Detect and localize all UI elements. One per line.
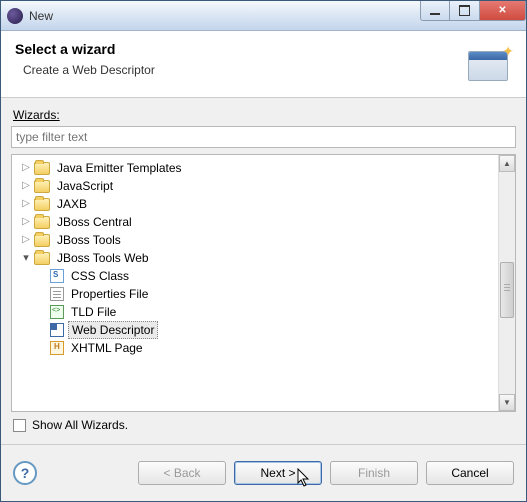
folder-icon: [34, 198, 50, 211]
folder-icon: [34, 252, 50, 265]
wizard-header: Select a wizard Create a Web Descriptor …: [1, 31, 526, 98]
maximize-button[interactable]: [450, 1, 480, 21]
scroll-track[interactable]: [499, 172, 515, 394]
folder-icon: [34, 180, 50, 193]
page-description: Create a Web Descriptor: [15, 63, 466, 77]
expand-icon[interactable]: [20, 234, 32, 246]
app-icon: [7, 8, 23, 24]
minimize-button[interactable]: [420, 1, 450, 21]
tree-viewport[interactable]: Java Emitter Templates JavaScript JAXB J…: [12, 155, 498, 411]
tree-item-xhtml-page[interactable]: XHTML Page: [14, 339, 496, 357]
expand-icon[interactable]: [20, 180, 32, 192]
tree-item-properties-file[interactable]: Properties File: [14, 285, 496, 303]
show-all-wizards-checkbox[interactable]: Show All Wizards.: [13, 418, 516, 432]
expand-icon[interactable]: [20, 162, 32, 174]
checkbox-icon[interactable]: [13, 419, 26, 432]
page-title: Select a wizard: [15, 41, 466, 57]
tree-item-java-emitter-templates[interactable]: Java Emitter Templates: [14, 159, 496, 177]
tree-item-javascript[interactable]: JavaScript: [14, 177, 496, 195]
new-wizard-dialog: New Select a wizard Create a Web Descrip…: [0, 0, 527, 502]
cursor-icon: [297, 468, 313, 490]
css-file-icon: [50, 269, 64, 283]
expand-icon[interactable]: [20, 216, 32, 228]
finish-button[interactable]: Finish: [330, 461, 418, 485]
tree-item-jboss-tools[interactable]: JBoss Tools: [14, 231, 496, 249]
tree-item-jboss-tools-web[interactable]: JBoss Tools Web: [14, 249, 496, 267]
help-button[interactable]: ?: [13, 461, 37, 485]
scroll-thumb[interactable]: [500, 262, 514, 318]
wizard-tree: Java Emitter Templates JavaScript JAXB J…: [11, 154, 516, 412]
tree-item-jaxb[interactable]: JAXB: [14, 195, 496, 213]
filter-input[interactable]: [11, 126, 516, 148]
tld-file-icon: [50, 305, 64, 319]
back-button[interactable]: < Back: [138, 461, 226, 485]
folder-icon: [34, 234, 50, 247]
xhtml-file-icon: [50, 341, 64, 355]
close-button[interactable]: [480, 1, 526, 21]
show-all-label: Show All Wizards.: [32, 418, 128, 432]
cancel-button[interactable]: Cancel: [426, 461, 514, 485]
scroll-up-button[interactable]: ▲: [499, 155, 515, 172]
expand-icon[interactable]: [20, 198, 32, 210]
next-button[interactable]: Next >: [234, 461, 322, 485]
window-title: New: [29, 9, 420, 23]
folder-icon: [34, 162, 50, 175]
tree-item-tld-file[interactable]: TLD File: [14, 303, 496, 321]
titlebar[interactable]: New: [1, 1, 526, 31]
scroll-down-button[interactable]: ▼: [499, 394, 515, 411]
properties-file-icon: [50, 287, 64, 301]
button-bar: ? < Back Next > Finish Cancel: [1, 445, 526, 501]
tree-item-jboss-central[interactable]: JBoss Central: [14, 213, 496, 231]
collapse-icon[interactable]: [20, 252, 32, 264]
tree-item-css-class[interactable]: CSS Class: [14, 267, 496, 285]
tree-item-web-descriptor[interactable]: Web Descriptor: [14, 321, 496, 339]
folder-icon: [34, 216, 50, 229]
web-descriptor-icon: [50, 323, 64, 337]
vertical-scrollbar[interactable]: ▲ ▼: [498, 155, 515, 411]
wizards-label: Wizards:: [13, 108, 516, 122]
wizard-banner-icon: ✦: [466, 45, 512, 83]
